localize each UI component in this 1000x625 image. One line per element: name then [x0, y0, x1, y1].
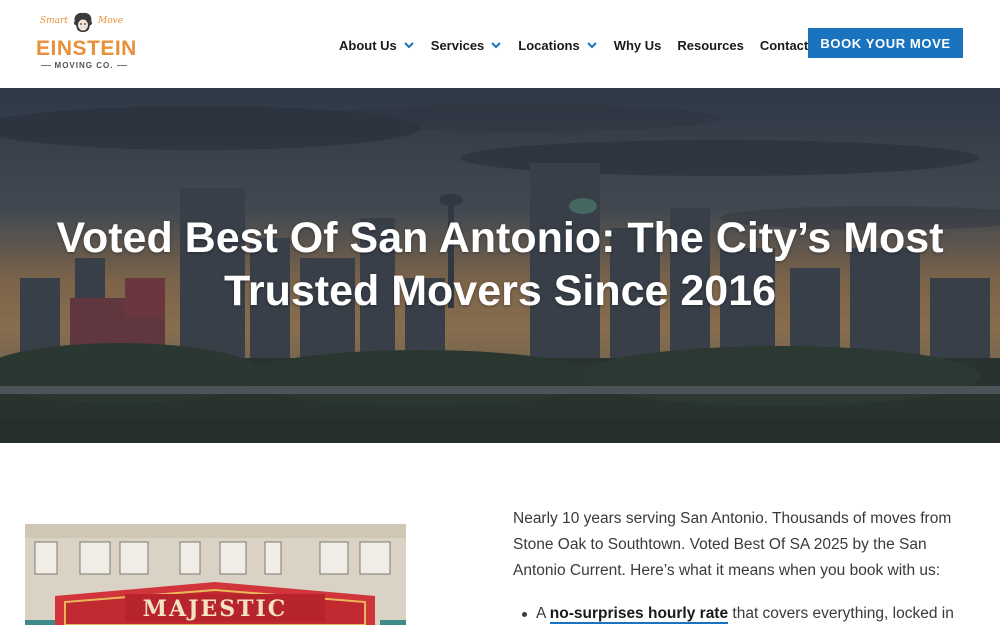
logo-tagline-left: Smart: [40, 16, 68, 26]
nav-label: Services: [430, 37, 485, 53]
hero-title: Voted Best Of San Antonio: The City’s Mo…: [56, 214, 944, 315]
no-surprises-hourly-rate-link[interactable]: no-surprises hourly rate: [549, 605, 729, 624]
chevron-down-icon: [491, 42, 501, 49]
nav-label: Why Us: [613, 37, 662, 53]
logo-subtitle: MOVING CO.: [36, 61, 132, 70]
intro-paragraph: Nearly 10 years serving San Antonio. Tho…: [513, 510, 952, 579]
majestic-theatre-photo: MAJESTIC: [25, 524, 406, 625]
book-your-move-button[interactable]: BOOK YOUR MOVE: [808, 28, 963, 58]
nav-label: About Us: [339, 37, 397, 53]
nav-label: Contact: [759, 37, 809, 53]
chevron-down-icon: [404, 42, 414, 49]
chevron-down-icon: [586, 42, 597, 49]
nav-item-locations[interactable]: Locations: [518, 38, 597, 53]
nav-item-services[interactable]: Services: [431, 38, 503, 53]
nav-item-why-us[interactable]: Why Us: [614, 38, 662, 53]
site-header: Smart Move EINSTEIN MOVING CO. About Us …: [0, 0, 1000, 88]
nav-label: Resources: [677, 37, 744, 53]
hero-banner: Voted Best Of San Antonio: The City’s Mo…: [0, 88, 1000, 443]
benefits-list: A no-surprises hourly rate that covers e…: [520, 601, 970, 625]
einstein-logo[interactable]: Smart Move EINSTEIN MOVING CO.: [36, 12, 136, 74]
nav-label: Locations: [518, 37, 580, 53]
majestic-sign-text: MAJESTIC: [143, 596, 288, 622]
bullet-suffix: that covers everything, locked in: [728, 605, 954, 622]
logo-brand: EINSTEIN: [36, 37, 137, 60]
nav-item-contact[interactable]: Contact: [760, 38, 808, 53]
majestic-theatre-image: MAJESTIC: [25, 524, 406, 625]
einstein-face-icon: [73, 12, 93, 33]
nav-item-about-us[interactable]: About Us: [339, 38, 415, 53]
logo-tagline-right: Move: [98, 16, 124, 26]
list-item: A no-surprises hourly rate that covers e…: [520, 601, 970, 625]
nav-item-resources[interactable]: Resources: [677, 38, 743, 53]
main-nav: About Us Services Locations Why Us Resou…: [339, 36, 808, 54]
bullet-prefix: A: [536, 605, 550, 622]
